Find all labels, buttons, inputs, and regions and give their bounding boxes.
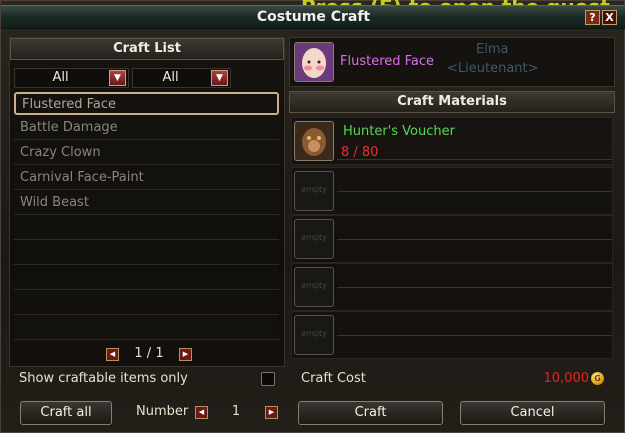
chevron-down-icon[interactable]: ▼ xyxy=(211,70,228,86)
craft-list-item-0[interactable]: Flustered Face xyxy=(14,92,279,115)
selected-item-icon xyxy=(294,42,334,82)
empty-material-slot: empty xyxy=(294,267,334,307)
material-divider xyxy=(337,287,612,288)
window-title: Costume Craft xyxy=(256,9,371,25)
costume-craft-window: Press (F) to open the quest Costume Craf… xyxy=(0,0,625,433)
number-increase-button[interactable]: ▶ xyxy=(265,406,278,419)
type-filter-dropdown[interactable]: All ▼ xyxy=(132,68,231,88)
gold-coin-icon: G xyxy=(591,372,604,385)
material-count: 8 / 80 xyxy=(341,145,379,160)
background-npc-title: <Lieutenant> xyxy=(447,61,539,76)
chevron-down-icon[interactable]: ▼ xyxy=(109,70,126,86)
craft-button[interactable]: Craft xyxy=(298,401,443,425)
craft-list-empty-row xyxy=(14,242,279,265)
type-filter-value: All xyxy=(162,70,179,85)
empty-material-slot: empty xyxy=(294,315,334,355)
material-divider xyxy=(337,335,612,336)
page-indicator: 1 / 1 xyxy=(134,346,164,361)
category-filter-value: All xyxy=(52,70,69,85)
empty-material-slot: empty xyxy=(294,171,334,211)
close-button[interactable]: X xyxy=(602,10,617,25)
number-decrease-button[interactable]: ◀ xyxy=(195,406,208,419)
craftable-only-checkbox[interactable] xyxy=(261,372,275,386)
material-item-icon[interactable] xyxy=(294,121,334,161)
help-button[interactable]: ? xyxy=(585,10,600,25)
craft-list-header: Craft List xyxy=(10,38,284,60)
craft-list-empty-row xyxy=(14,292,279,315)
material-name: Hunter's Voucher xyxy=(343,124,455,139)
craftable-only-label: Show craftable items only xyxy=(19,371,188,386)
craft-list-item-4[interactable]: Wild Beast xyxy=(14,192,279,215)
page-next-button[interactable]: ▶ xyxy=(179,348,192,361)
selected-item-name: Flustered Face xyxy=(340,54,435,69)
page-prev-button[interactable]: ◀ xyxy=(106,348,119,361)
background-npc-name: Elma xyxy=(476,42,509,57)
title-bar[interactable]: Costume Craft ? X xyxy=(1,5,625,29)
craft-list-empty-row xyxy=(14,317,279,340)
craft-list-item-2[interactable]: Crazy Clown xyxy=(14,142,279,165)
craft-list-empty-row xyxy=(14,217,279,240)
craft-list-item-3[interactable]: Carnival Face-Paint xyxy=(14,167,279,190)
number-label: Number xyxy=(136,404,189,419)
number-value[interactable]: 1 xyxy=(211,404,261,419)
empty-material-slot: empty xyxy=(294,219,334,259)
material-divider xyxy=(337,159,612,160)
craft-all-button[interactable]: Craft all xyxy=(20,401,112,425)
cancel-button[interactable]: Cancel xyxy=(460,401,605,425)
material-divider xyxy=(337,239,612,240)
category-filter-dropdown[interactable]: All ▼ xyxy=(14,68,129,88)
craft-cost-value: 10,000 xyxy=(543,371,590,386)
craft-list-item-1[interactable]: Battle Damage xyxy=(14,117,279,140)
craft-list-empty-row xyxy=(14,267,279,290)
craft-cost-label: Craft Cost xyxy=(301,371,366,386)
material-divider xyxy=(337,191,612,192)
craft-materials-header: Craft Materials xyxy=(289,91,615,113)
